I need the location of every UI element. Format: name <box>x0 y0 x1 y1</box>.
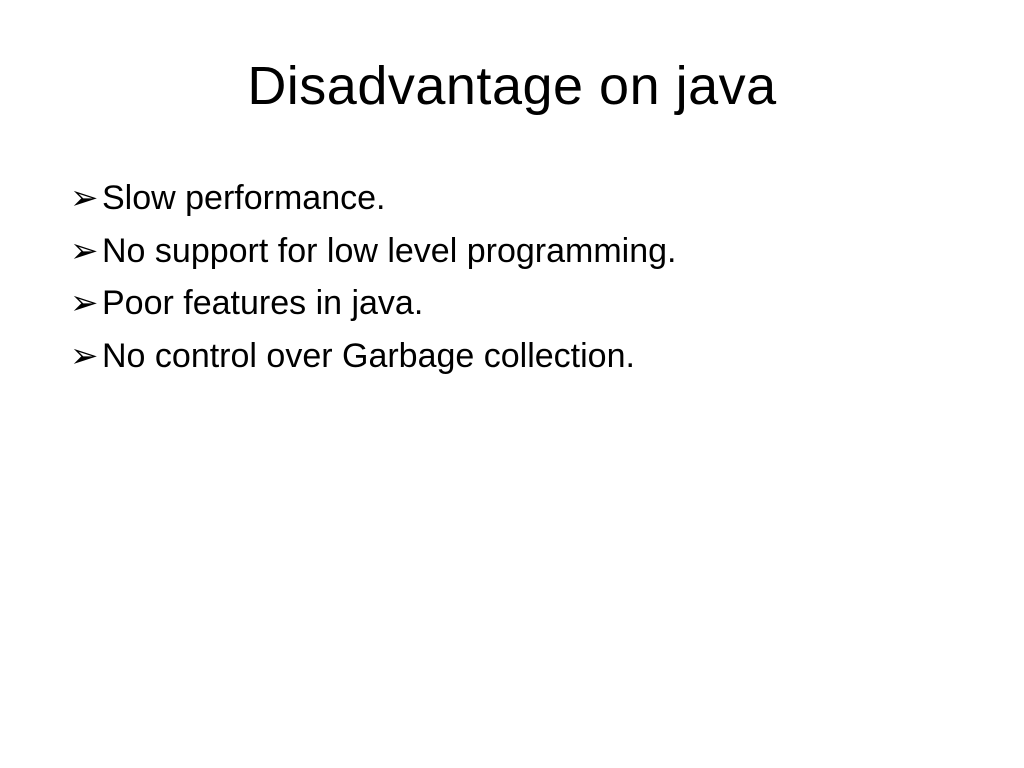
list-item: ➢ No control over Garbage collection. <box>70 330 954 383</box>
list-item: ➢ Slow performance. <box>70 172 954 225</box>
list-item: ➢ No support for low level programming. <box>70 225 954 278</box>
bullet-text: No control over Garbage collection. <box>102 330 954 383</box>
slide-title: Disadvantage on java <box>70 55 954 117</box>
bullet-text: Slow performance. <box>102 172 954 225</box>
bullet-marker-icon: ➢ <box>70 225 98 278</box>
bullet-list: ➢ Slow performance. ➢ No support for low… <box>70 172 954 383</box>
list-item: ➢ Poor features in java. <box>70 277 954 330</box>
bullet-marker-icon: ➢ <box>70 277 98 330</box>
bullet-marker-icon: ➢ <box>70 330 98 383</box>
bullet-text: No support for low level programming. <box>102 225 954 278</box>
slide: Disadvantage on java ➢ Slow performance.… <box>0 0 1024 768</box>
bullet-marker-icon: ➢ <box>70 172 98 225</box>
bullet-text: Poor features in java. <box>102 277 954 330</box>
